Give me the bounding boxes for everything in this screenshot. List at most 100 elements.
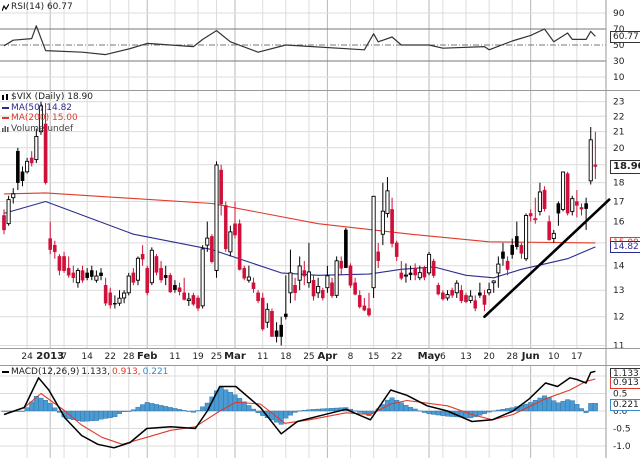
- candle-body: [297, 265, 302, 281]
- candlestick: [154, 254, 159, 276]
- candle-body: [11, 193, 16, 199]
- macd-histogram-bar: [130, 409, 136, 412]
- candlestick: [168, 272, 173, 293]
- candle-body: [159, 267, 163, 281]
- candle-body: [48, 238, 52, 250]
- candle-body: [25, 160, 30, 173]
- macd-legend-name: MACD(12,26,9): [11, 367, 80, 377]
- candle-body: [94, 275, 99, 281]
- macd-histogram-bar: [421, 410, 427, 413]
- candle-body: [570, 198, 575, 212]
- price-y-tick-label: 21: [613, 128, 624, 138]
- candle-body: [251, 282, 256, 289]
- candlestick: [542, 186, 547, 212]
- candle-body: [71, 272, 76, 278]
- candle-body: [223, 205, 228, 250]
- candlestick: [371, 195, 376, 298]
- candle-body: [210, 236, 214, 262]
- macd-histogram-bar: [103, 410, 109, 419]
- signal-legend-value: 0.913,: [112, 367, 141, 377]
- macd-histogram-bar: [246, 405, 252, 412]
- candlestick: [223, 201, 228, 252]
- macd-histogram-bar: [477, 410, 483, 416]
- candle-body: [551, 232, 556, 239]
- candlestick: [560, 171, 566, 212]
- candle-body: [510, 244, 515, 255]
- x-tick-label: 22: [391, 352, 402, 362]
- macd-histogram-bar: [135, 406, 141, 412]
- candle-body: [260, 297, 265, 330]
- price-legend-title: $VIX (Daily) 18.90: [11, 92, 93, 102]
- macd-histogram-bar: [398, 402, 404, 412]
- candle-body: [501, 251, 505, 259]
- macd-histogram-bar: [555, 402, 561, 412]
- candlestick: [200, 245, 205, 309]
- macd-histogram-bar: [144, 402, 150, 412]
- candle-body: [454, 282, 459, 294]
- candle-body: [214, 164, 219, 271]
- candle-body: [173, 284, 177, 290]
- x-tick-label: 18: [280, 352, 292, 362]
- macd-histogram-bar: [47, 402, 53, 412]
- x-tick-label: Apr: [317, 351, 337, 362]
- macd-histogram-bar: [551, 400, 557, 412]
- x-tick-label: 6: [440, 352, 446, 362]
- hist-legend-value: 0.221: [142, 367, 169, 377]
- candle-body: [2, 215, 6, 231]
- candle-body: [279, 324, 284, 337]
- macd-swatch-icon: [2, 371, 9, 374]
- x-tick-label: 14: [81, 352, 93, 362]
- candle-body: [196, 297, 200, 309]
- candle-body: [163, 275, 168, 278]
- candle-body: [445, 294, 450, 299]
- candle-body: [135, 257, 141, 281]
- line-chart-icon: [1, 3, 10, 11]
- candle-body: [542, 189, 547, 210]
- x-tick-label: 24: [21, 352, 33, 362]
- candle-body: [177, 287, 182, 292]
- candle-body: [237, 223, 242, 270]
- macd-histogram-bar: [481, 410, 487, 414]
- macd-histogram-bar: [283, 410, 289, 419]
- candle-body: [242, 267, 247, 279]
- candle-body: [219, 169, 223, 205]
- x-tick-label: 28: [506, 352, 518, 362]
- candle-body: [496, 263, 501, 274]
- candle-body: [348, 265, 353, 286]
- candle-body: [362, 305, 367, 311]
- macd-legend-value: 1.133,: [81, 367, 110, 377]
- macd-histogram-bar: [301, 410, 307, 412]
- macd-histogram-bar: [500, 409, 506, 412]
- candle-body: [560, 171, 566, 210]
- candlestick: [126, 272, 131, 296]
- candle-body: [334, 260, 339, 296]
- macd-histogram-bar: [126, 410, 132, 412]
- candle-body: [385, 190, 390, 214]
- price-y-tick-label: 12: [613, 313, 624, 323]
- macd-histogram-bar: [6, 410, 12, 412]
- macd-histogram-bar: [486, 410, 492, 413]
- candle-body: [413, 267, 417, 276]
- candlestick: [214, 161, 219, 278]
- candle-body: [482, 295, 487, 305]
- candle-body: [320, 290, 325, 299]
- candle-body: [353, 282, 357, 295]
- candle-body: [103, 284, 108, 304]
- candle-body: [265, 308, 270, 323]
- macd-histogram-bar: [588, 403, 594, 412]
- candle-body: [399, 272, 404, 279]
- x-tick-label: 25: [211, 352, 222, 362]
- macd-histogram-bar: [569, 400, 575, 412]
- macd-histogram-bar: [560, 400, 566, 412]
- x-tick-label: 11: [169, 352, 180, 362]
- candle-body: [565, 173, 570, 214]
- macd-histogram-bar: [1, 410, 7, 412]
- candle-body: [122, 292, 127, 299]
- ma200-legend-label: MA(200) 15.00: [11, 113, 78, 123]
- macd-histogram-bar: [93, 410, 99, 421]
- macd-histogram-bar: [574, 404, 580, 412]
- macd-y-tick-label: 0.5: [613, 390, 627, 400]
- candle-body: [575, 201, 579, 206]
- macd-histogram-bar: [546, 397, 552, 412]
- macd-histogram-bar: [140, 404, 146, 412]
